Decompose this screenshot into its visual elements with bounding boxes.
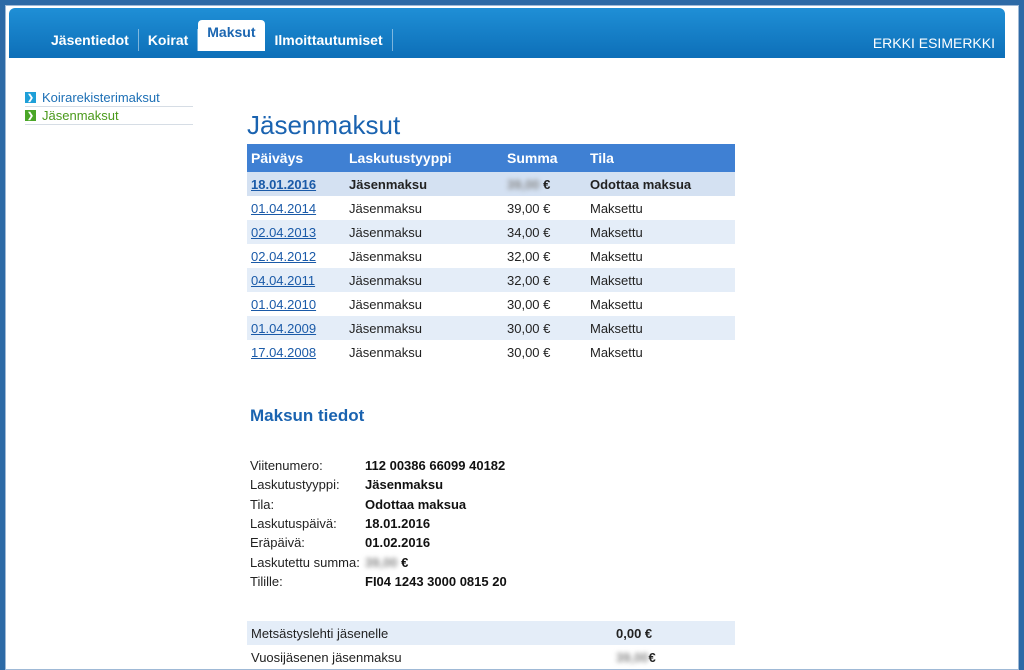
redacted-amount: 39,00 [365,554,398,570]
payment-sum: 39,00 € [503,172,586,196]
payment-date-link[interactable]: 02.04.2013 [251,225,316,240]
extra-label: Vuosijäsenen jäsenmaksu [247,645,612,669]
detail-label: Tilille: [250,573,283,589]
table-row: 02.04.2012 Jäsenmaksu 32,00 € Maksettu [247,244,735,268]
payment-sum: 32,00 € [503,244,586,268]
chevron-right-icon: ❯ [25,110,36,121]
extra-value: 0,00 € [612,621,735,645]
payment-type: Jäsenmaksu [345,172,503,196]
payment-sum: 39,00 € [503,196,586,220]
payment-status: Maksettu [586,340,735,364]
extra-value: 39,00€ [612,645,735,669]
nav-item-koirat[interactable]: Koirat [139,29,199,51]
table-row: 17.04.2008 Jäsenmaksu 30,00 € Maksettu [247,340,735,364]
payment-type: Jäsenmaksu [345,292,503,316]
payment-type: Jäsenmaksu [345,316,503,340]
sidebar-item-koirarekisterimaksut[interactable]: ❯ Koirarekisterimaksut [25,89,193,107]
detail-value: FI04 1243 3000 0815 20 [365,573,507,589]
page-title: Jäsenmaksut [247,110,401,140]
sidebar-item-label: Jäsenmaksut [42,108,119,123]
payment-date-link[interactable]: 02.04.2012 [251,249,316,264]
detail-value: Odottaa maksua [365,496,467,512]
payment-sum: 30,00 € [503,316,586,340]
payment-type: Jäsenmaksu [345,244,503,268]
column-header-sum: Summa [503,144,586,172]
detail-row-due-date: Eräpäivä: 01.02.2016 [250,533,507,552]
payment-date-link[interactable]: 01.04.2014 [251,201,316,216]
table-row: 18.01.2016 Jäsenmaksu 39,00 € Odottaa ma… [247,172,735,196]
sidebar: ❯ Koirarekisterimaksut ❯ Jäsenmaksut [25,89,193,125]
detail-label: Laskutuspäivä: [250,516,337,532]
column-header-status: Tila [586,144,735,172]
sidebar-item-jasenmaksut[interactable]: ❯ Jäsenmaksut [25,107,193,125]
payment-type: Jäsenmaksu [345,340,503,364]
section-title-payment-details: Maksun tiedot [250,406,365,425]
detail-row-type: Laskutustyyppi: Jäsenmaksu [250,475,507,494]
sidebar-item-label: Koirarekisterimaksut [42,90,160,105]
column-header-date: Päiväys [247,144,345,172]
payment-type: Jäsenmaksu [345,268,503,292]
detail-value: 01.02.2016 [365,535,431,551]
payment-date-link[interactable]: 01.04.2009 [251,321,316,336]
chevron-right-icon: ❯ [25,92,36,103]
payment-status: Maksettu [586,292,735,316]
detail-label: Eräpäivä: [250,535,305,551]
payment-status: Odottaa maksua [586,172,735,196]
detail-value: 112 00386 66099 40182 [365,458,506,474]
detail-label: Viitenumero: [250,458,323,474]
payment-type: Jäsenmaksu [345,220,503,244]
detail-row-reference: Viitenumero: 112 00386 66099 40182 [250,456,507,475]
detail-row-invoice-date: Laskutuspäivä: 18.01.2016 [250,514,507,533]
detail-row-status: Tila: Odottaa maksua [250,495,507,514]
detail-value: 39,00 € [365,554,409,570]
payment-sum: 32,00 € [503,268,586,292]
payment-details: Viitenumero: 112 00386 66099 40182 Lasku… [250,456,507,591]
table-row: 01.04.2009 Jäsenmaksu 30,00 € Maksettu [247,316,735,340]
table-row: Metsästyslehti jäsenelle 0,00 € [247,621,735,645]
payment-date-link[interactable]: 17.04.2008 [251,345,316,360]
payments-table: Päiväys Laskutustyyppi Summa Tila 18.01.… [247,144,735,364]
table-row: 01.04.2014 Jäsenmaksu 39,00 € Maksettu [247,196,735,220]
nav-item-jasentiedot[interactable]: Jäsentiedot [42,29,139,51]
payment-date-link[interactable]: 01.04.2010 [251,297,316,312]
top-navigation-bar: Jäsentiedot Koirat Maksut Ilmoittautumis… [9,8,1005,58]
payment-status: Maksettu [586,316,735,340]
table-row: 04.04.2011 Jäsenmaksu 32,00 € Maksettu [247,268,735,292]
detail-value: 18.01.2016 [365,516,431,532]
detail-value: Jäsenmaksu [365,477,444,493]
payment-date-link[interactable]: 04.04.2011 [251,273,315,288]
column-header-type: Laskutustyyppi [345,144,503,172]
table-row: 01.04.2010 Jäsenmaksu 30,00 € Maksettu [247,292,735,316]
payment-type: Jäsenmaksu [345,196,503,220]
redacted-amount: 39,00 [616,649,649,665]
nav-item-maksut[interactable]: Maksut [198,20,265,51]
payment-status: Maksettu [586,268,735,292]
detail-label: Laskutettu summa: [250,554,360,570]
table-header-row: Päiväys Laskutustyyppi Summa Tila [247,144,735,172]
payment-sum: 30,00 € [503,340,586,364]
payment-status: Maksettu [586,244,735,268]
table-row: 02.04.2013 Jäsenmaksu 34,00 € Maksettu [247,220,735,244]
payment-status: Maksettu [586,196,735,220]
extra-label: Metsästyslehti jäsenelle [247,621,612,645]
payment-sum: 30,00 € [503,292,586,316]
detail-row-account: Tilille: FI04 1243 3000 0815 20 [250,572,507,591]
detail-label: Tila: [250,496,275,512]
redacted-amount: 39,00 [507,176,540,192]
payment-sum: 34,00 € [503,220,586,244]
payment-date-link[interactable]: 18.01.2016 [251,177,316,192]
detail-row-amount: Laskutettu summa: 39,00 € [250,552,507,571]
payment-status: Maksettu [586,220,735,244]
user-name[interactable]: ERKKI ESIMERKKI [873,35,995,51]
detail-label: Laskutustyyppi: [250,477,340,493]
main-nav: Jäsentiedot Koirat Maksut Ilmoittautumis… [42,20,393,51]
extra-charges-table: Metsästyslehti jäsenelle 0,00 € Vuosijäs… [247,621,735,669]
nav-item-ilmoittautumiset[interactable]: Ilmoittautumiset [266,29,393,51]
table-row: Vuosijäsenen jäsenmaksu 39,00€ [247,645,735,669]
